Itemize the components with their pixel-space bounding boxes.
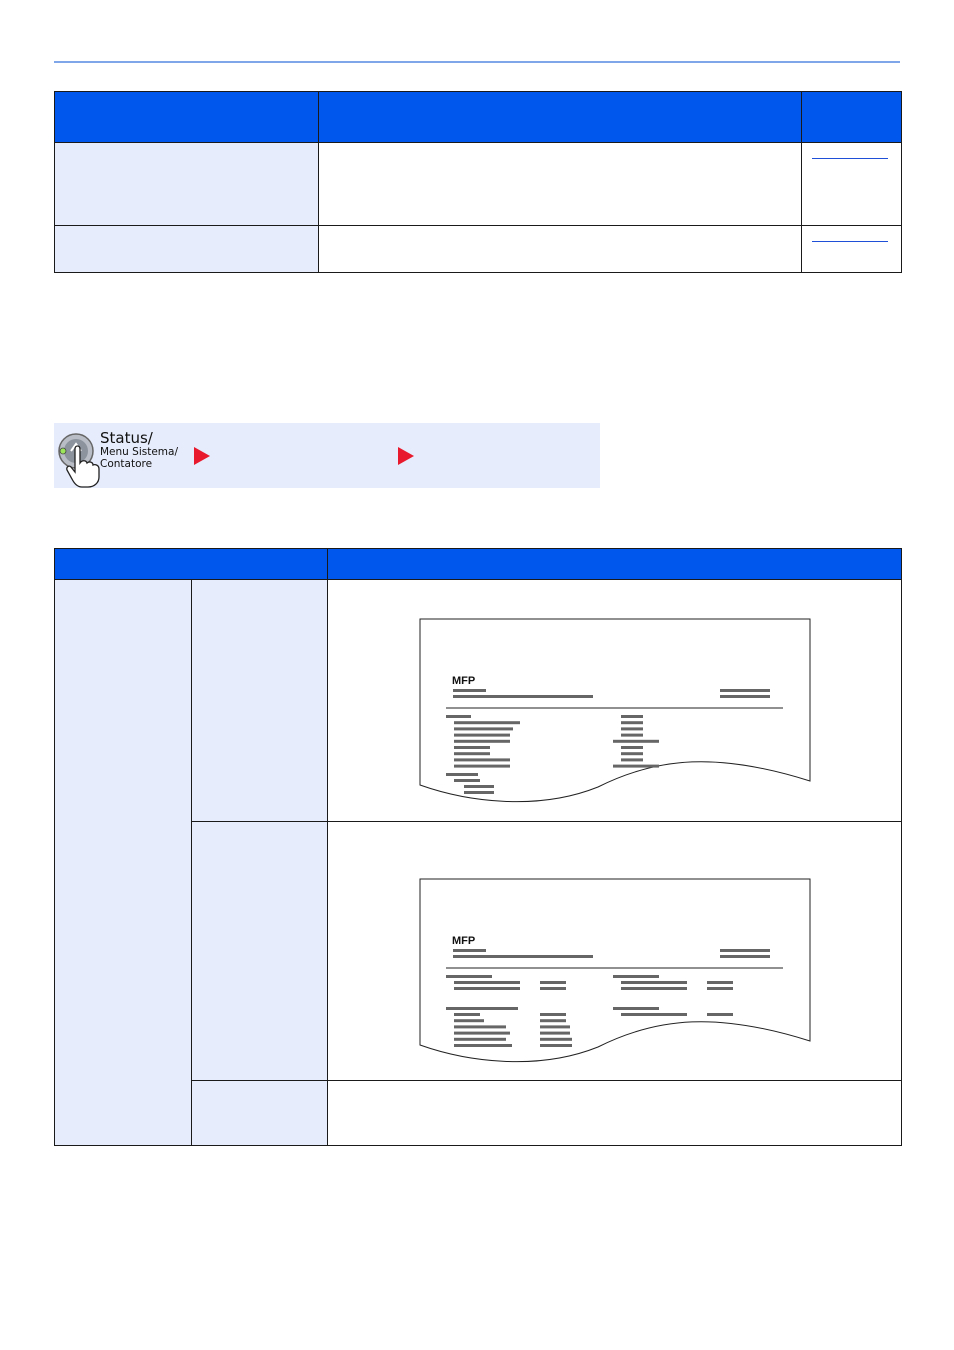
- description-cell: [318, 225, 802, 273]
- placeholder-text-line: [453, 758, 510, 762]
- placeholder-text-line: [445, 1007, 518, 1010]
- placeholder-text-line: [612, 764, 659, 768]
- description-cell: MFP: [327, 579, 902, 822]
- placeholder-text-line: [620, 1013, 687, 1016]
- sub-item-cell: [191, 579, 328, 822]
- reference-cell: [801, 225, 902, 273]
- placeholder-text-line: [539, 981, 566, 984]
- report-logo-text: MFP: [452, 935, 475, 947]
- placeholder-text-line: [453, 764, 510, 768]
- header-cell: [318, 91, 802, 143]
- placeholder-text-line: [539, 1013, 566, 1016]
- report-logo-text: MFP: [452, 675, 475, 687]
- report-sample-image: MFP: [419, 618, 810, 803]
- placeholder-text-line: [453, 746, 490, 749]
- placeholder-text-line: [620, 746, 643, 749]
- table-row: [54, 142, 902, 226]
- placeholder-text-line: [453, 1025, 506, 1029]
- placeholder-text-line: [620, 733, 643, 737]
- placeholder-text-line: [620, 758, 643, 762]
- placeholder-text-line: [706, 981, 733, 984]
- placeholder-text-line: [453, 752, 490, 756]
- placeholder-text-line: [463, 791, 494, 794]
- placeholder-text-line: [620, 752, 643, 756]
- header-cell: [801, 91, 902, 143]
- placeholder-text-line: [706, 1013, 733, 1016]
- status-key-label: Menu Sistema/: [100, 446, 178, 458]
- placeholder-text-line: [453, 733, 510, 737]
- placeholder-text-line: [452, 695, 593, 698]
- placeholder-text-line: [620, 981, 687, 984]
- reference-cell: [801, 142, 902, 226]
- top-rule: [54, 61, 900, 63]
- placeholder-text-line: [539, 987, 566, 990]
- placeholder-text-line: [453, 987, 520, 990]
- navigation-path: Status/ Menu Sistema/ Contatore: [54, 423, 600, 488]
- header-cell: [54, 91, 319, 143]
- placeholder-text-line: [539, 1037, 572, 1041]
- placeholder-text-line: [620, 721, 643, 725]
- placeholder-text-line: [453, 1044, 512, 1047]
- item-cell: [54, 142, 319, 226]
- placeholder-text-line: [453, 739, 510, 743]
- placeholder-text-line: [453, 1031, 510, 1035]
- placeholder-text-line: [445, 773, 478, 776]
- placeholder-text-line: [539, 1031, 570, 1035]
- placeholder-text-line: [539, 1044, 572, 1047]
- report-table: MFP MFP: [54, 548, 902, 1146]
- placeholder-text-line: [620, 727, 643, 731]
- placeholder-text-line: [453, 779, 480, 782]
- placeholder-text-line: [719, 689, 770, 692]
- placeholder-text-line: [453, 1013, 480, 1016]
- placeholder-text-line: [452, 949, 486, 952]
- arrow-right-icon: [194, 447, 210, 465]
- reference-link[interactable]: [812, 157, 888, 159]
- placeholder-text-line: [719, 955, 770, 958]
- reference-link[interactable]: [812, 240, 888, 242]
- table-row: [54, 225, 902, 273]
- status-key-icon: [58, 433, 100, 488]
- placeholder-text-line: [453, 727, 513, 731]
- item-cell: [54, 225, 319, 273]
- placeholder-text-line: [453, 1019, 484, 1023]
- placeholder-text-line: [620, 987, 687, 990]
- placeholder-text-line: [620, 715, 643, 718]
- placeholder-text-line: [453, 721, 520, 725]
- placeholder-text-line: [539, 1025, 570, 1029]
- header-cell: [54, 548, 328, 580]
- header-cell: [327, 548, 902, 580]
- status-key-label: Contatore: [100, 458, 153, 470]
- placeholder-text-line: [463, 785, 494, 788]
- item-cell: [54, 579, 192, 1146]
- description-cell: [327, 1080, 902, 1146]
- settings-table: [54, 91, 902, 273]
- placeholder-text-line: [719, 695, 770, 698]
- placeholder-text-line: [612, 975, 659, 978]
- placeholder-text-line: [453, 981, 520, 984]
- placeholder-text-line: [452, 955, 593, 958]
- placeholder-text-line: [453, 1037, 506, 1041]
- placeholder-text-line: [612, 1007, 659, 1010]
- placeholder-text-line: [719, 949, 770, 952]
- report-sample-image: MFP: [419, 878, 810, 1063]
- placeholder-text-line: [452, 689, 486, 692]
- sub-item-cell: [191, 1080, 328, 1146]
- placeholder-text-line: [706, 987, 733, 990]
- description-cell: [318, 142, 802, 226]
- placeholder-text-line: [445, 715, 471, 718]
- placeholder-text-line: [612, 739, 659, 743]
- table-header-row: [54, 91, 902, 143]
- description-cell: MFP: [327, 821, 902, 1081]
- placeholder-text-line: [445, 975, 492, 978]
- arrow-right-icon: [398, 447, 414, 465]
- table-header-row: [54, 548, 902, 580]
- table-row: MFP: [54, 579, 902, 1146]
- sub-item-cell: [191, 821, 328, 1081]
- placeholder-text-line: [539, 1019, 566, 1023]
- status-key-label: Status/: [100, 429, 153, 447]
